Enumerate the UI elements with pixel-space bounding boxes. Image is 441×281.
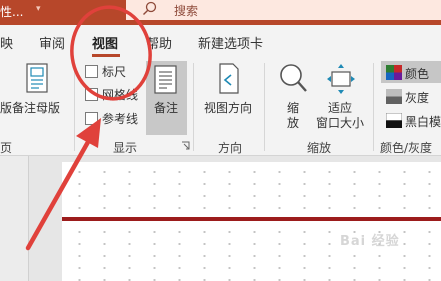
ruler-checkbox[interactable] bbox=[85, 65, 98, 78]
black-white-swatch-icon bbox=[386, 113, 402, 128]
tab-review[interactable]: 审阅 bbox=[39, 33, 65, 52]
tab-slideshow[interactable]: 映 bbox=[0, 33, 13, 52]
grayscale-swatch-icon bbox=[386, 89, 402, 104]
title-bar: 性... ▾ 搜索 bbox=[0, 0, 441, 25]
search-icon[interactable] bbox=[142, 1, 158, 17]
view-direction-button[interactable]: 视图方向 bbox=[204, 99, 252, 116]
color-button[interactable]: 颜色 bbox=[405, 65, 429, 82]
zoom-group-label: 缩放 bbox=[307, 141, 332, 155]
view-direction-icon[interactable] bbox=[216, 63, 242, 95]
window-title: 性... bbox=[0, 5, 24, 19]
slide-canvas[interactable] bbox=[62, 162, 441, 281]
guides-checkbox[interactable] bbox=[85, 112, 98, 125]
partial-button-label[interactable]: 版 bbox=[0, 99, 12, 116]
separator bbox=[264, 63, 265, 151]
color-group-label: 颜色/灰度 bbox=[380, 141, 433, 155]
black-white-button[interactable]: 黑白模 bbox=[405, 113, 441, 130]
direction-group-label: 方向 bbox=[218, 141, 243, 155]
notes-master-icon[interactable] bbox=[24, 63, 50, 95]
watermark: Bai 经验 bbox=[340, 234, 400, 249]
dialog-launcher-icon[interactable] bbox=[181, 141, 190, 150]
ribbon-tabs: 映 审阅 视图 帮助 新建选项卡 bbox=[0, 25, 441, 57]
gridlines-checkbox[interactable] bbox=[85, 88, 98, 101]
tab-view[interactable]: 视图 bbox=[92, 33, 118, 52]
separator bbox=[373, 63, 374, 151]
separator bbox=[193, 63, 194, 151]
guides-label[interactable]: 参考线 bbox=[102, 110, 138, 127]
show-group-label: 显示 bbox=[113, 141, 138, 155]
title-dropdown-icon[interactable]: ▾ bbox=[36, 4, 41, 14]
fit-to-window-icon[interactable] bbox=[326, 63, 356, 95]
notes-icon bbox=[154, 65, 177, 94]
search-placeholder[interactable]: 搜索 bbox=[174, 2, 198, 19]
zoom-icon[interactable] bbox=[278, 63, 308, 95]
ribbon: 版 页 备注母版 标尺 网格线 参考线 备注 显示 视图方向 方向 缩 放 适应… bbox=[0, 57, 441, 156]
separator bbox=[74, 63, 75, 151]
tab-help[interactable]: 帮助 bbox=[146, 33, 172, 52]
tab-new[interactable]: 新建选项卡 bbox=[198, 33, 263, 52]
partial-group-label: 页 bbox=[0, 141, 13, 155]
color-swatch-icon bbox=[386, 65, 402, 80]
notes-label[interactable]: 备注 bbox=[154, 99, 178, 116]
zoom-button-line2[interactable]: 放 bbox=[287, 114, 299, 131]
notes-master-button[interactable]: 备注母版 bbox=[12, 99, 60, 116]
gridlines-label[interactable]: 网格线 bbox=[102, 86, 138, 103]
fit-button-line2[interactable]: 窗口大小 bbox=[316, 114, 364, 131]
ruler-label[interactable]: 标尺 bbox=[102, 63, 126, 80]
vertical-ruler bbox=[0, 156, 29, 281]
guide-line[interactable] bbox=[62, 217, 441, 221]
grayscale-button[interactable]: 灰度 bbox=[405, 89, 429, 106]
